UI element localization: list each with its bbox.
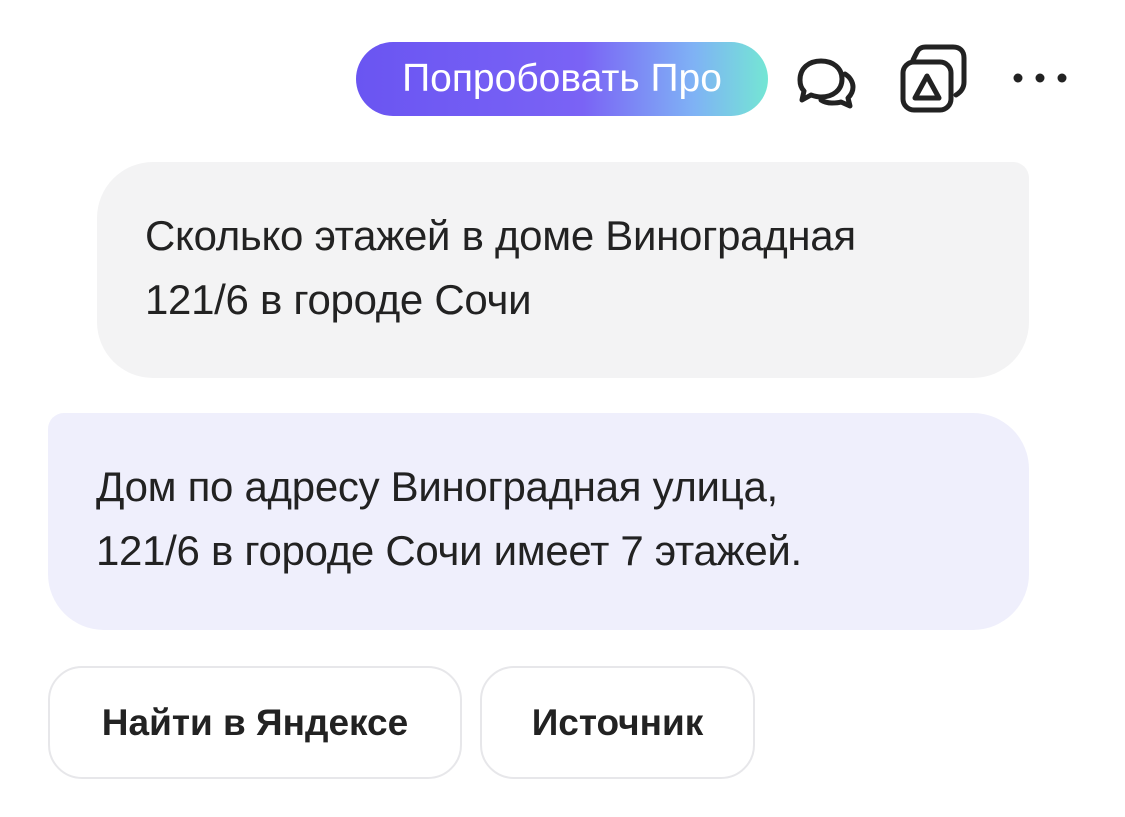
user-message-line-2: 121/6 в городе Сочи: [145, 276, 532, 323]
chat-bubbles-icon: [790, 50, 860, 110]
more-button[interactable]: [1008, 60, 1072, 96]
chat-bubbles-button[interactable]: [790, 50, 860, 110]
user-message-line-1: Сколько этажей в доме Виноградная: [145, 212, 856, 259]
share-button[interactable]: [895, 40, 971, 116]
more-icon: [1008, 60, 1072, 96]
assistant-message-line-2: 121/6 в городе Сочи имеет 7 этажей.: [96, 527, 802, 574]
assistant-message-bubble: Дом по адресу Виноградная улица, 121/6 в…: [48, 413, 1029, 630]
search-in-yandex-label: Найти в Яндексе: [101, 701, 409, 743]
source-label: Источник: [531, 701, 704, 743]
assistant-message-line-1: Дом по адресу Виноградная улица,: [96, 463, 778, 510]
try-pro-button[interactable]: Попробовать Про: [356, 42, 768, 116]
user-message-bubble: Сколько этажей в доме Виноградная 121/6 …: [97, 162, 1029, 378]
search-in-yandex-button[interactable]: Найти в Яндексе: [48, 666, 462, 779]
try-pro-label: Попробовать Про: [402, 57, 722, 100]
share-icon: [895, 40, 971, 116]
source-button[interactable]: Источник: [480, 666, 755, 779]
